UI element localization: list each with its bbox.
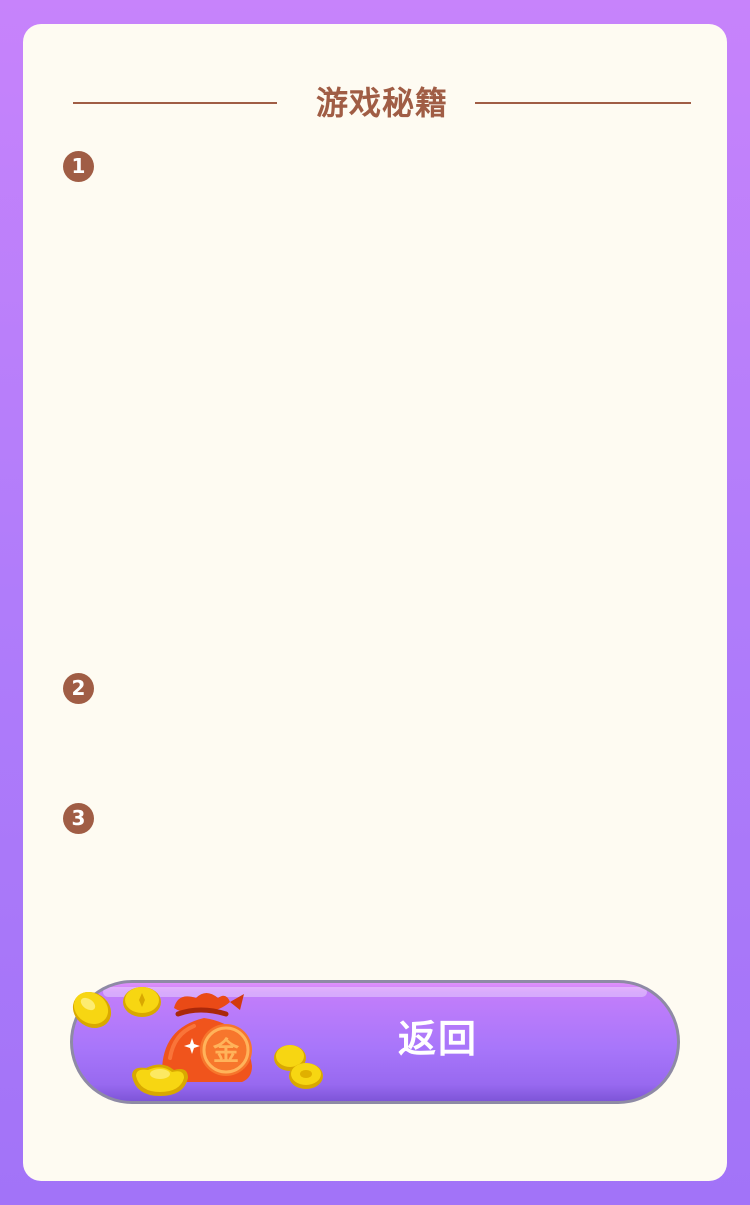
- back-button[interactable]: 返回 金: [70, 980, 680, 1104]
- gold-coin-icon: [274, 1045, 323, 1089]
- back-button-label: 返回: [397, 1017, 478, 1061]
- title-divider-right: [475, 102, 691, 104]
- step-badge-2: 2: [63, 673, 94, 704]
- step-badge-1: 1: [63, 151, 94, 182]
- gold-coin-icon: [123, 987, 161, 1017]
- title-row: 游戏秘籍: [73, 79, 691, 127]
- money-bag-icon: 金: [72, 987, 323, 1096]
- gold-coin-icon: [72, 991, 112, 1029]
- gold-ingot-icon: [132, 1064, 188, 1096]
- money-bag-char: 金: [212, 1036, 240, 1067]
- tips-card: 游戏秘籍 1 2 3 返回 金: [23, 24, 727, 1181]
- step-badge-3: 3: [63, 803, 94, 834]
